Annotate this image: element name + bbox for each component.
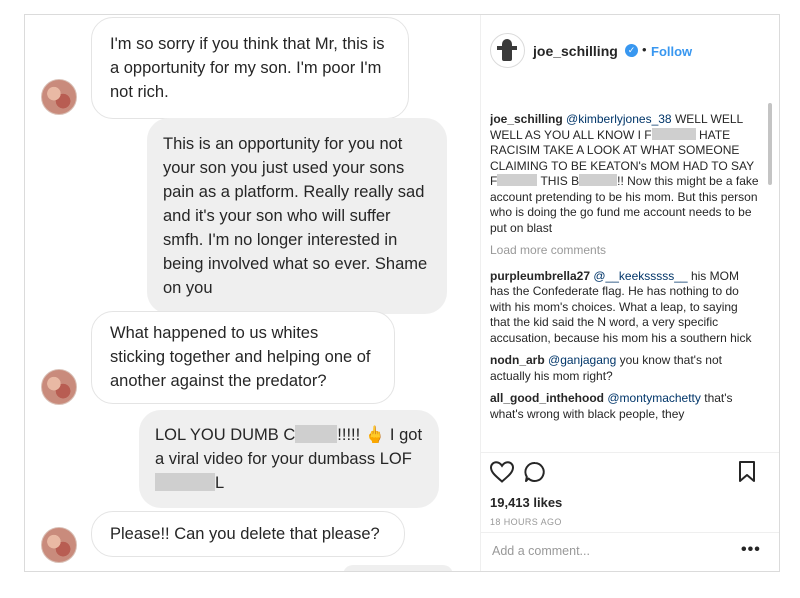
redaction-box [579,174,618,186]
message-text: Please!! Can you delete that please? [110,525,380,543]
sender-avatar [41,369,77,405]
comments-list: joe_schilling @kimberlyjones_38 WELL WEL… [490,112,760,455]
message-text: I'm so sorry if you think that Mr, this … [110,35,385,101]
redaction-box [155,473,215,491]
sender-avatar [41,527,77,563]
message-text-part: LOL YOU DUMB C [155,426,296,444]
add-comment-input[interactable] [490,543,714,559]
comment-mention[interactable]: @kimberlyjones_38 [566,112,672,126]
comment-item: nodn_arb @ganjagang you know that's not … [490,353,760,384]
comment-mention[interactable]: @__keeksssss__ [593,269,687,283]
sender-avatar [41,79,77,115]
message-text-part: L [215,474,225,492]
redaction-box [651,127,696,140]
message-bubble-outgoing-partial [343,565,453,571]
redaction-box [497,174,538,186]
message-bubble-incoming: Please!! Can you delete that please? [91,511,405,557]
add-comment-bar: ••• [481,532,779,571]
comment-text: THIS B [540,174,580,188]
comment-item: joe_schilling @kimberlyjones_38 WELL WEL… [490,112,760,236]
comments-scrollbar-thumb[interactable] [768,103,772,185]
heart-icon[interactable] [489,460,515,484]
verified-badge-icon: ✓ [625,44,638,57]
comment-mention[interactable]: @montymachetty [607,391,701,405]
message-text: This is an opportunity for you not your … [163,135,428,297]
instagram-post-panel: joe_schilling ✓ • Follow joe_schilling @… [480,15,779,571]
message-text-part: LOF [379,450,412,468]
redaction-box [295,425,338,443]
comment-username[interactable]: joe_schilling [490,112,563,126]
message-bubble-outgoing: LOL YOU DUMB C!!!!! 🖕 I got a viral vide… [139,410,439,508]
post-actions [481,452,779,493]
message-bubble-incoming: I'm so sorry if you think that Mr, this … [91,17,409,119]
poster-username[interactable]: joe_schilling [533,43,618,59]
post-header: joe_schilling ✓ • Follow [481,15,779,81]
comment-item: all_good_inthehood @montymachetty that's… [490,391,760,422]
more-options-icon[interactable]: ••• [741,541,761,559]
separator-dot: • [642,42,647,57]
comment-item: purpleumbrella27 @__keeksssss__ his MOM … [490,269,760,347]
comment-username[interactable]: all_good_inthehood [490,391,604,405]
follow-button[interactable]: Follow [651,44,692,59]
message-text: What happened to us whites sticking toge… [110,324,371,390]
comment-icon[interactable] [523,460,547,484]
message-bubble-incoming: What happened to us whites sticking toge… [91,311,395,404]
dm-conversation: I'm so sorry if you think that Mr, this … [25,15,480,571]
comment-username[interactable]: nodn_arb [490,353,545,367]
comment-mention[interactable]: @ganjagang [548,353,616,367]
load-more-comments[interactable]: Load more comments [490,243,760,259]
comment-username[interactable]: purpleumbrella27 [490,269,590,283]
bookmark-icon[interactable] [737,460,757,484]
likes-count[interactable]: 19,413 likes [490,495,562,510]
post-timestamp: 18 HOURS AGO [490,517,562,527]
screenshot-frame: I'm so sorry if you think that Mr, this … [24,14,780,572]
message-bubble-outgoing: This is an opportunity for you not your … [147,118,447,314]
poster-avatar[interactable] [490,33,525,68]
